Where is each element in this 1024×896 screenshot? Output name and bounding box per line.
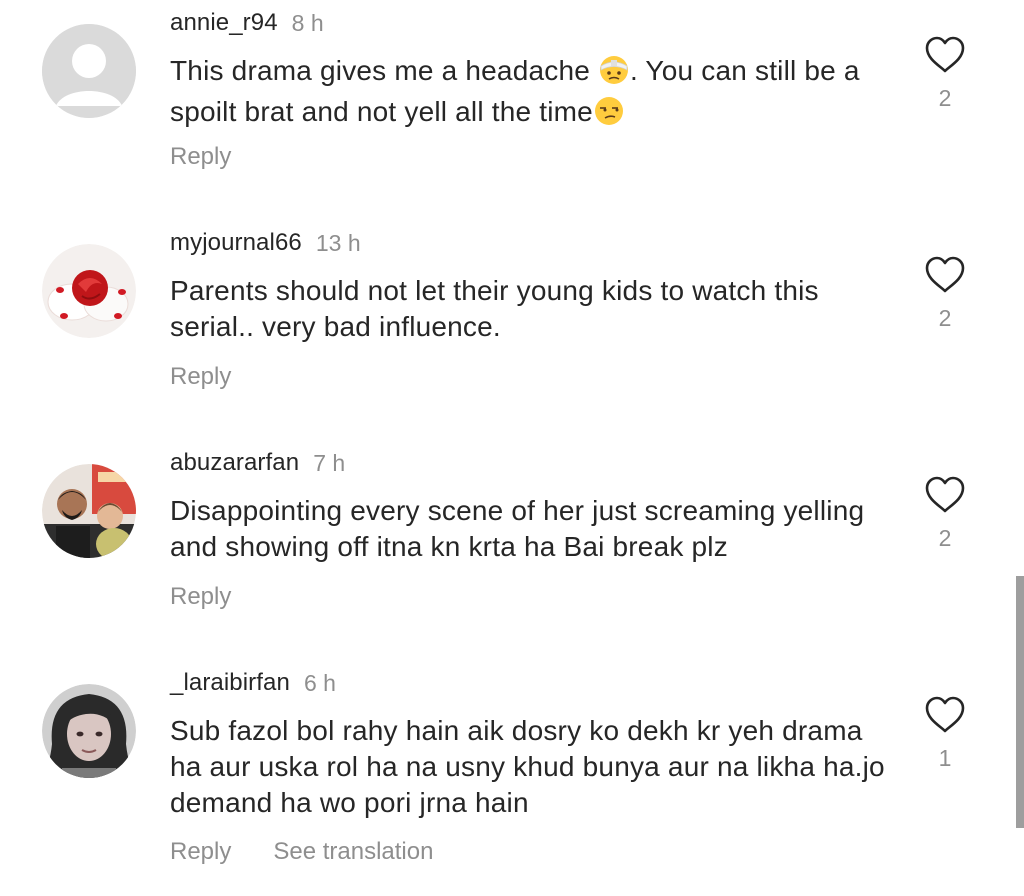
reply-button[interactable]: Reply xyxy=(170,838,231,866)
like-button[interactable]: 1 xyxy=(920,696,970,772)
comment-time: 7 h xyxy=(313,449,346,476)
comment-item: _laraibirfan 6 h Sub fazol bol rahy hain… xyxy=(0,668,1010,896)
comment-actions: Reply xyxy=(170,363,273,391)
comment-username[interactable]: myjournal66 xyxy=(170,229,302,257)
comment-item: myjournal66 13 h Parents should not let … xyxy=(0,228,1010,428)
avatar[interactable] xyxy=(42,464,136,558)
comment-time: 8 h xyxy=(291,9,324,36)
avatar-image xyxy=(42,684,136,778)
like-button[interactable]: 2 xyxy=(920,476,970,552)
comment-text-part: This drama gives me a headache xyxy=(170,55,598,86)
comment-item: abuzararfan 7 h Disappointing every scen… xyxy=(0,448,1010,648)
comment-username[interactable]: abuzararfan xyxy=(170,449,299,477)
reply-button[interactable]: Reply xyxy=(170,363,231,391)
comment-text: Parents should not let their young kids … xyxy=(170,275,819,342)
like-count: 2 xyxy=(938,525,952,551)
comment-time: 6 h xyxy=(303,669,336,696)
unamused-face-icon xyxy=(594,96,624,135)
avatar-default[interactable] xyxy=(42,24,136,118)
heart-outline-icon[interactable] xyxy=(924,696,966,734)
like-count: 1 xyxy=(938,745,952,771)
comments-screen: annie_r94 8 h This drama gives me a head… xyxy=(0,0,1024,896)
comment-text: Sub fazol bol rahy hain aik dosry ko dek… xyxy=(170,715,885,818)
like-count: 2 xyxy=(938,85,952,111)
face-with-head-bandage-icon xyxy=(599,55,629,94)
like-count: 2 xyxy=(938,305,952,331)
comment-header: myjournal66 13 h xyxy=(170,228,361,258)
scrollbar-thumb[interactable] xyxy=(1016,576,1024,828)
avatar-image xyxy=(42,464,136,558)
avatar[interactable] xyxy=(42,684,136,778)
comment-item: annie_r94 8 h This drama gives me a head… xyxy=(0,8,1010,208)
comment-header: _laraibirfan 6 h xyxy=(170,668,336,698)
comment-header: abuzararfan 7 h xyxy=(170,448,345,478)
like-button[interactable]: 2 xyxy=(920,36,970,112)
comment-actions: Reply See translation xyxy=(170,838,475,866)
avatar-image xyxy=(42,244,136,338)
default-avatar-icon xyxy=(42,24,136,118)
comment-text: Disappointing every scene of her just sc… xyxy=(170,495,865,562)
comment-time: 13 h xyxy=(315,229,361,256)
heart-outline-icon[interactable] xyxy=(924,36,966,74)
reply-button[interactable]: Reply xyxy=(170,583,231,611)
comment-text: This drama gives me a headache . You can… xyxy=(170,53,890,135)
comment-username[interactable]: _laraibirfan xyxy=(170,669,290,697)
heart-outline-icon[interactable] xyxy=(924,476,966,514)
comment-username[interactable]: annie_r94 xyxy=(170,9,278,37)
comment-header: annie_r94 8 h xyxy=(170,8,324,38)
heart-outline-icon[interactable] xyxy=(924,256,966,294)
see-translation-button[interactable]: See translation xyxy=(273,838,433,866)
avatar[interactable] xyxy=(42,244,136,338)
comment-actions: Reply xyxy=(170,583,273,611)
reply-button[interactable]: Reply xyxy=(170,143,231,171)
comment-actions: Reply xyxy=(170,143,273,171)
like-button[interactable]: 2 xyxy=(920,256,970,332)
